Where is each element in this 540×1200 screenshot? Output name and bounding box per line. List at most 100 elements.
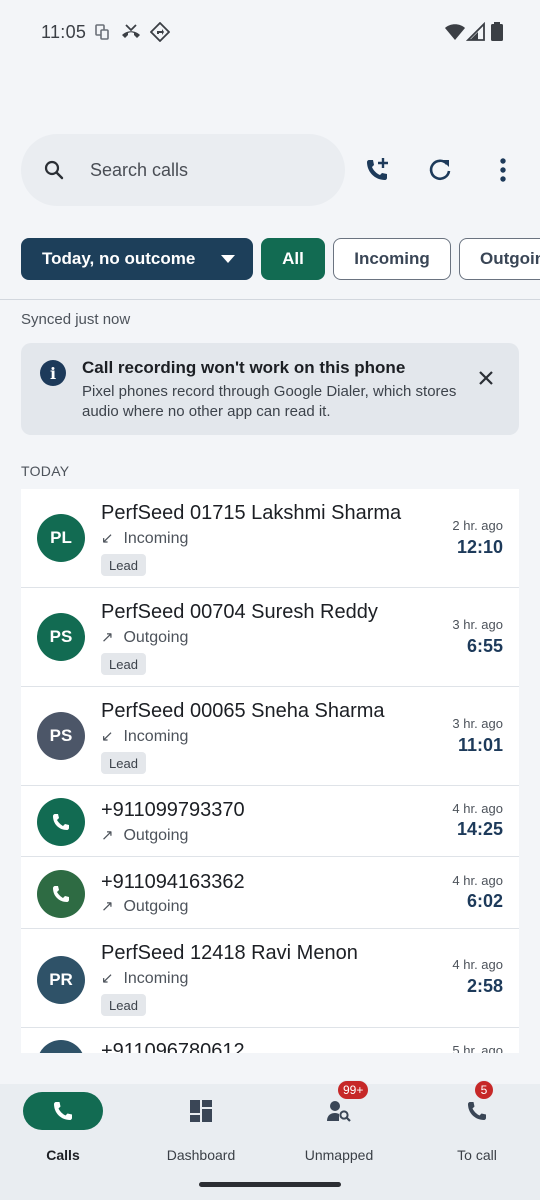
call-direction: ↙ Incoming xyxy=(101,970,189,987)
info-icon: i xyxy=(40,360,66,386)
date-filter-label: Today, no outcome xyxy=(42,249,196,268)
call-list: PL PerfSeed 01715 Lakshmi Sharma ↙ Incom… xyxy=(21,489,519,1053)
chip-incoming[interactable]: Incoming xyxy=(333,238,451,280)
nav-unmapped[interactable]: 99+ Unmapped xyxy=(278,1080,398,1163)
divider xyxy=(0,299,540,300)
lead-tag: Lead xyxy=(101,752,146,774)
missed-call-icon xyxy=(120,22,142,47)
search-icon xyxy=(43,159,65,186)
call-row[interactable]: PL PerfSeed 01715 Lakshmi Sharma ↙ Incom… xyxy=(21,489,519,588)
chevron-down-icon xyxy=(221,255,235,263)
call-time-ago: 3 hr. ago xyxy=(452,617,503,632)
nav-dashboard[interactable]: Dashboard xyxy=(140,1092,260,1163)
banner-text: Pixel phones record through Google Diale… xyxy=(82,383,457,420)
nav-label: Calls xyxy=(46,1147,80,1163)
search-input[interactable]: Search calls xyxy=(90,160,188,181)
location-icon xyxy=(149,21,171,47)
incoming-arrow-icon: ↙ xyxy=(101,728,114,745)
outgoing-arrow-icon: ↗ xyxy=(101,898,114,915)
to-call-badge: 5 xyxy=(474,1080,494,1100)
unmapped-badge: 99+ xyxy=(337,1080,370,1100)
call-duration: 14:25 xyxy=(456,819,503,839)
contact-number: +911096780612 xyxy=(101,1040,245,1053)
call-row[interactable]: PR PerfSeed 12418 Ravi Menon ↙ Incoming … xyxy=(21,929,519,1028)
call-row[interactable]: PS PerfSeed 00704 Suresh Reddy ↗ Outgoin… xyxy=(21,588,519,687)
lead-tag: Lead xyxy=(101,554,146,576)
wifi-icon xyxy=(444,22,466,47)
call-duration: 6:02 xyxy=(466,891,503,911)
incoming-arrow-icon: ↙ xyxy=(101,970,114,987)
status-time: 11:05 xyxy=(41,22,87,42)
sync-status: Synced just now xyxy=(21,311,131,328)
banner-close-button[interactable] xyxy=(475,367,497,389)
call-time-ago: 4 hr. ago xyxy=(452,873,503,888)
nav-label: Unmapped xyxy=(304,1147,374,1163)
call-duration: 2:58 xyxy=(466,976,503,996)
add-call-icon xyxy=(367,158,388,180)
avatar xyxy=(37,870,85,918)
call-duration: 12:10 xyxy=(456,537,503,557)
close-icon xyxy=(479,371,493,385)
add-call-button[interactable] xyxy=(357,150,397,190)
phone-icon xyxy=(54,1102,72,1120)
call-direction: ↗ Outgoing xyxy=(101,629,189,646)
call-direction: ↗ Outgoing xyxy=(101,898,189,915)
outgoing-arrow-icon: ↗ xyxy=(101,827,114,844)
phone-callback-icon xyxy=(468,1102,486,1120)
nav-unmapped-icon-wrap xyxy=(299,1092,379,1130)
nav-label: Dashboard xyxy=(166,1147,236,1163)
call-direction: ↗ Outgoing xyxy=(101,827,189,844)
filter-chips: Today, no outcome All Incoming Outgoing xyxy=(0,238,540,282)
avatar: PL xyxy=(37,514,85,562)
home-indicator[interactable] xyxy=(199,1182,341,1187)
call-duration: 6:55 xyxy=(466,636,503,656)
call-time-ago: 3 hr. ago xyxy=(452,716,503,731)
call-time-ago: 5 hr. ago xyxy=(452,1043,503,1053)
more-vertical-icon xyxy=(500,158,506,182)
call-time-ago: 2 hr. ago xyxy=(452,518,503,533)
call-row[interactable]: +911096780612 5 hr. ago xyxy=(21,1028,519,1053)
phone-icon xyxy=(53,886,69,902)
section-header-today: TODAY xyxy=(21,463,70,479)
avatar: PR xyxy=(37,956,85,1004)
more-options-button[interactable] xyxy=(483,150,523,190)
sim-icon xyxy=(94,22,110,47)
status-bar: 11:05 xyxy=(0,0,540,64)
info-banner: i Call recording won't work on this phon… xyxy=(21,343,519,435)
nav-dashboard-icon-wrap xyxy=(161,1092,241,1130)
contact-name: PerfSeed 01715 Lakshmi Sharma xyxy=(101,502,402,524)
call-row[interactable]: +911094163362 ↗ Outgoing 4 hr. ago 6:02 xyxy=(21,857,519,929)
contact-name: PerfSeed 12418 Ravi Menon xyxy=(101,942,358,964)
contact-name: PerfSeed 00065 Sneha Sharma xyxy=(101,700,385,722)
chip-all[interactable]: All xyxy=(261,238,325,280)
nav-calls[interactable]: Calls xyxy=(2,1092,122,1163)
chip-outgoing[interactable]: Outgoing xyxy=(459,238,540,280)
refresh-button[interactable] xyxy=(420,150,460,190)
person-search-icon xyxy=(327,1101,351,1122)
incoming-arrow-icon: ↙ xyxy=(101,530,114,547)
call-row[interactable]: PS PerfSeed 00065 Sneha Sharma ↙ Incomin… xyxy=(21,687,519,786)
call-duration: 11:01 xyxy=(457,735,503,755)
contact-name: PerfSeed 00704 Suresh Reddy xyxy=(101,601,378,623)
refresh-icon xyxy=(429,159,451,181)
phone-icon xyxy=(53,814,69,830)
signal-icon xyxy=(465,21,486,47)
call-direction: ↙ Incoming xyxy=(101,728,189,745)
nav-calls-indicator xyxy=(23,1092,103,1130)
date-filter-dropdown[interactable]: Today, no outcome xyxy=(21,238,253,280)
search-bar[interactable]: Search calls xyxy=(21,134,345,206)
nav-label: To call xyxy=(457,1147,497,1163)
call-time-ago: 4 hr. ago xyxy=(452,957,503,972)
nav-to-call[interactable]: 5 To call xyxy=(416,1080,536,1163)
dashboard-icon xyxy=(190,1100,212,1122)
call-direction: ↙ Incoming xyxy=(101,530,189,547)
call-row[interactable]: +911099793370 ↗ Outgoing 4 hr. ago 14:25 xyxy=(21,786,519,857)
banner-title: Call recording won't work on this phone xyxy=(82,358,406,377)
call-time-ago: 4 hr. ago xyxy=(452,801,503,816)
contact-number: +911094163362 xyxy=(101,871,245,893)
battery-icon xyxy=(490,22,504,47)
lead-tag: Lead xyxy=(101,994,146,1016)
outgoing-arrow-icon: ↗ xyxy=(101,629,114,646)
avatar: PS xyxy=(37,712,85,760)
avatar xyxy=(37,1040,85,1053)
